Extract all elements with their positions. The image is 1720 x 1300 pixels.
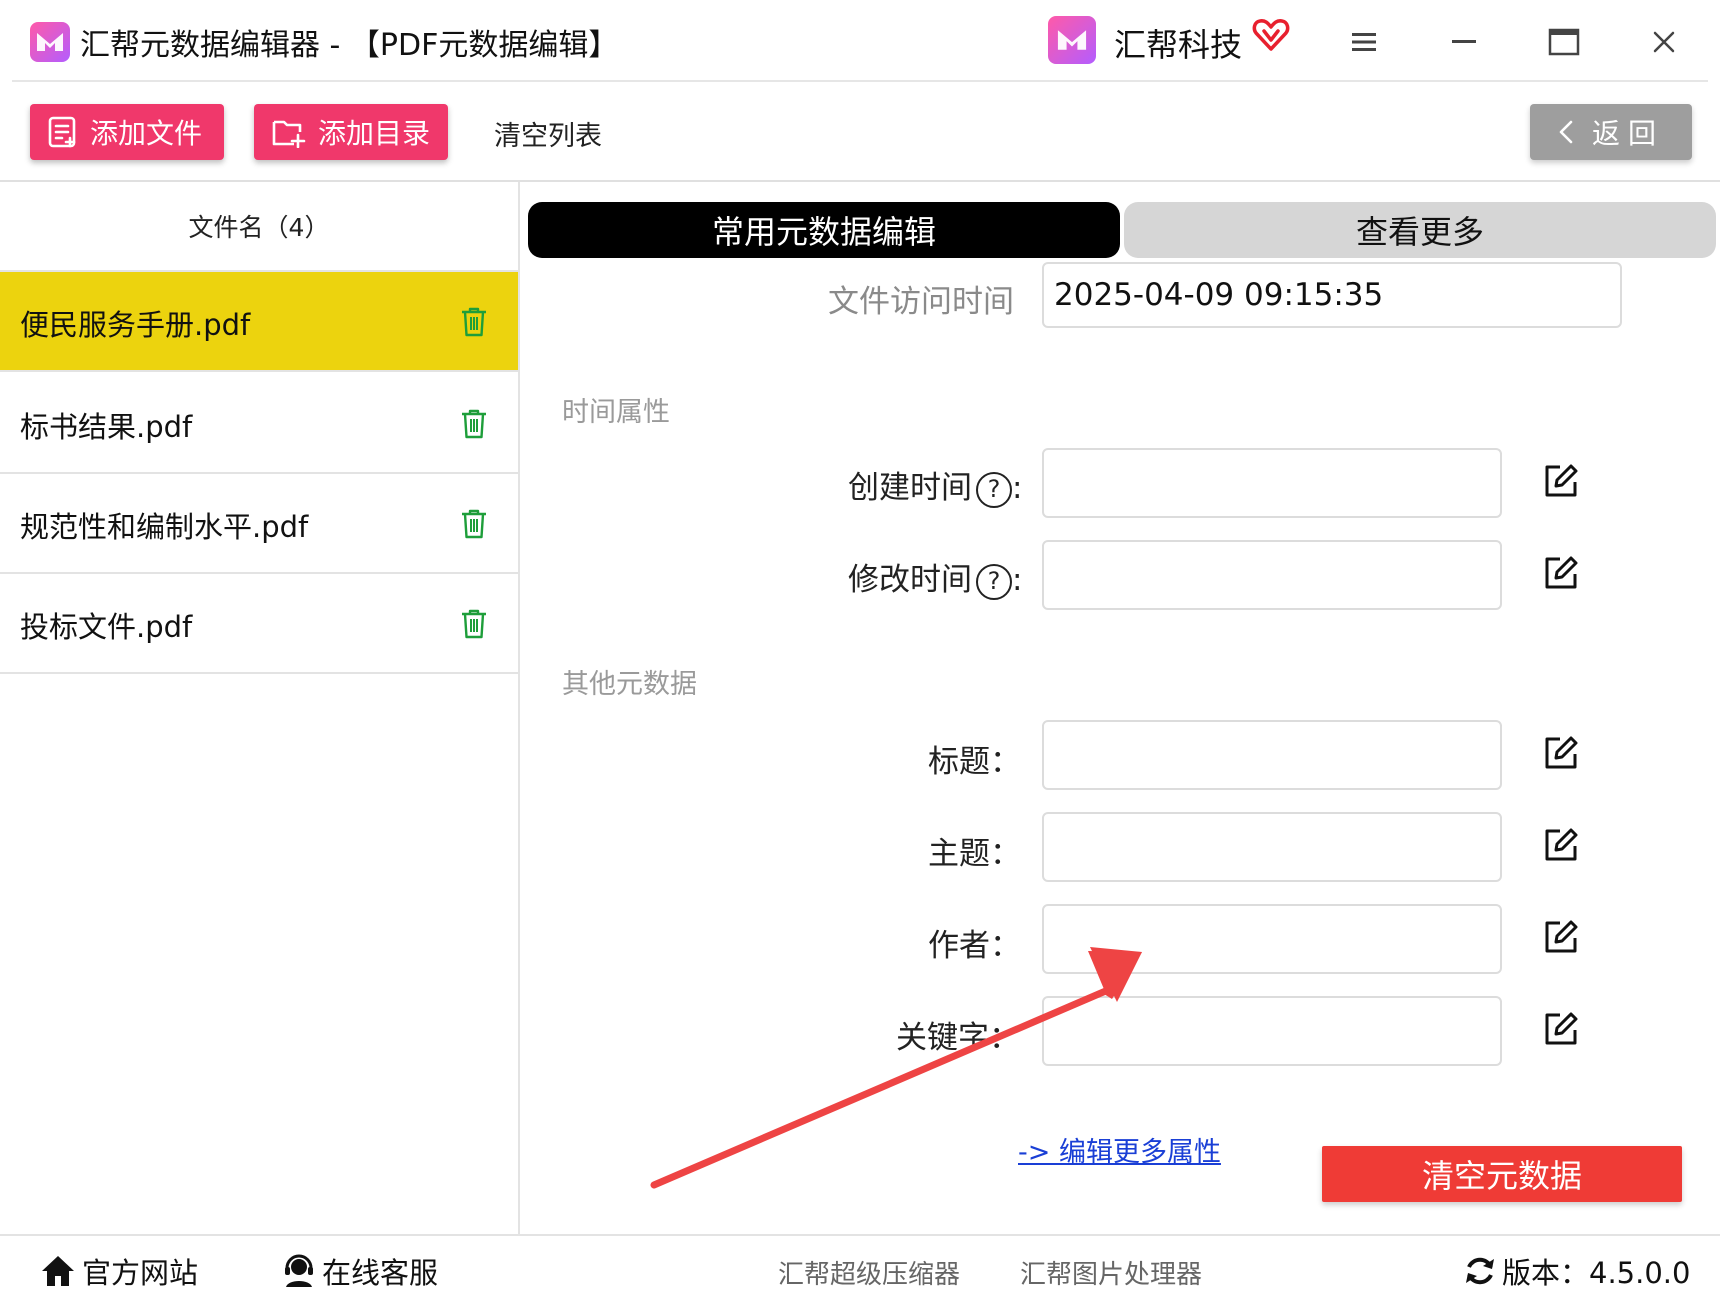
add-directory-button[interactable]: 添加目录: [254, 104, 448, 160]
back-button[interactable]: 返回: [1530, 104, 1692, 160]
tab-view-more[interactable]: 查看更多: [1124, 202, 1716, 258]
close-icon: [1653, 31, 1675, 53]
edit-icon[interactable]: [1544, 920, 1578, 958]
file-row[interactable]: 规范性和编制水平.pdf: [0, 474, 518, 574]
folder-add-icon: [272, 116, 306, 148]
title-field[interactable]: [1042, 720, 1502, 790]
help-icon[interactable]: ?: [976, 471, 1012, 508]
back-label: 返回: [1591, 117, 1664, 150]
file-name: 标书结果.pdf: [20, 410, 193, 444]
trash-icon[interactable]: [460, 306, 488, 342]
time-section-title: 时间属性: [562, 397, 670, 428]
official-website-label: 官方网站: [82, 1256, 199, 1290]
edit-icon[interactable]: [1544, 1012, 1578, 1050]
colon: :: [1012, 470, 1023, 506]
menu-button[interactable]: [1344, 22, 1384, 62]
colon: :: [1012, 562, 1023, 598]
keywords-label: 关键字：: [896, 1020, 1020, 1056]
window-title: 汇帮元数据编辑器 - 【PDF元数据编辑】: [80, 28, 619, 63]
modified-time-field[interactable]: [1042, 540, 1502, 610]
tab-bar: 常用元数据编辑 查看更多: [528, 202, 1716, 258]
home-icon: [40, 1254, 76, 1288]
subject-label: 主题：: [928, 836, 1021, 872]
brand-name: 汇帮科技: [1114, 26, 1243, 64]
edit-more-properties-link[interactable]: -> 编辑更多属性: [1018, 1130, 1221, 1169]
title-label: 标题：: [928, 744, 1021, 780]
other-section-title: 其他元数据: [562, 669, 697, 700]
close-button[interactable]: [1644, 22, 1684, 62]
file-row[interactable]: 投标文件.pdf: [0, 574, 518, 674]
trash-icon[interactable]: [460, 408, 488, 444]
app-logo-icon: [30, 22, 70, 62]
trash-icon[interactable]: [460, 508, 488, 544]
edit-icon[interactable]: [1544, 736, 1578, 774]
file-name: 规范性和编制水平.pdf: [20, 510, 309, 544]
modified-time-text: 修改时间: [848, 562, 972, 598]
clear-metadata-button[interactable]: 清空元数据: [1322, 1146, 1682, 1202]
refresh-icon: [1464, 1255, 1496, 1287]
subject-field[interactable]: [1042, 812, 1502, 882]
file-name: 便民服务手册.pdf: [20, 308, 251, 342]
clear-list-button[interactable]: 清空列表: [494, 114, 602, 153]
status-bar: 官方网站 在线客服 汇帮超级压缩器 汇帮图片处理器 版本：4.5.0.0: [0, 1234, 1720, 1300]
minimize-button[interactable]: [1444, 22, 1484, 62]
official-website-link[interactable]: 官方网站: [40, 1250, 198, 1292]
add-file-button[interactable]: 添加文件: [30, 104, 224, 160]
minimize-icon: [1452, 40, 1476, 43]
title-bar: 汇帮元数据编辑器 - 【PDF元数据编辑】 汇帮科技: [0, 0, 1720, 82]
chevron-left-icon: [1558, 119, 1574, 145]
file-name: 投标文件.pdf: [20, 610, 193, 644]
edit-icon[interactable]: [1544, 556, 1578, 594]
add-directory-label: 添加目录: [318, 117, 431, 150]
toolbar: 添加文件 添加目录 清空列表 返回: [0, 82, 1720, 182]
add-file-label: 添加文件: [90, 117, 203, 150]
trash-icon[interactable]: [460, 608, 488, 644]
headset-icon: [282, 1254, 316, 1288]
edit-icon[interactable]: [1544, 828, 1578, 866]
access-time-field[interactable]: 2025-04-09 09:15:35: [1042, 262, 1622, 328]
file-row[interactable]: 便民服务手册.pdf: [0, 272, 518, 372]
author-field[interactable]: [1042, 904, 1502, 974]
created-time-label: 创建时间?:: [848, 462, 1022, 508]
modified-time-label: 修改时间?:: [848, 554, 1022, 600]
file-list-icon: [48, 116, 78, 148]
edit-icon[interactable]: [1544, 464, 1578, 502]
version-info[interactable]: 版本：4.5.0.0: [1464, 1250, 1690, 1292]
help-icon[interactable]: ?: [976, 563, 1012, 600]
online-service-link[interactable]: 在线客服: [282, 1250, 438, 1292]
file-list-panel: 文件名（4） 便民服务手册.pdf 标书结果.pdf 规范性和编制水平.pdf …: [0, 182, 520, 1234]
menu-icon: [1352, 33, 1376, 51]
created-time-text: 创建时间: [848, 470, 972, 506]
vip-heart-icon[interactable]: [1252, 16, 1290, 58]
access-time-label: 文件访问时间: [828, 284, 1014, 320]
compressor-link[interactable]: 汇帮超级压缩器: [778, 1254, 960, 1291]
created-time-field[interactable]: [1042, 448, 1502, 518]
maximize-icon: [1548, 28, 1580, 56]
tab-common-metadata[interactable]: 常用元数据编辑: [528, 202, 1120, 258]
file-row[interactable]: 标书结果.pdf: [0, 374, 518, 474]
author-label: 作者：: [928, 928, 1021, 964]
maximize-button[interactable]: [1544, 22, 1584, 62]
online-service-label: 在线客服: [322, 1256, 439, 1290]
file-list-header: 文件名（4）: [0, 182, 518, 272]
image-tool-link[interactable]: 汇帮图片处理器: [1020, 1254, 1202, 1291]
version-label: 版本：4.5.0.0: [1502, 1256, 1691, 1290]
keywords-field[interactable]: [1042, 996, 1502, 1066]
brand-logo-icon: [1048, 16, 1096, 64]
